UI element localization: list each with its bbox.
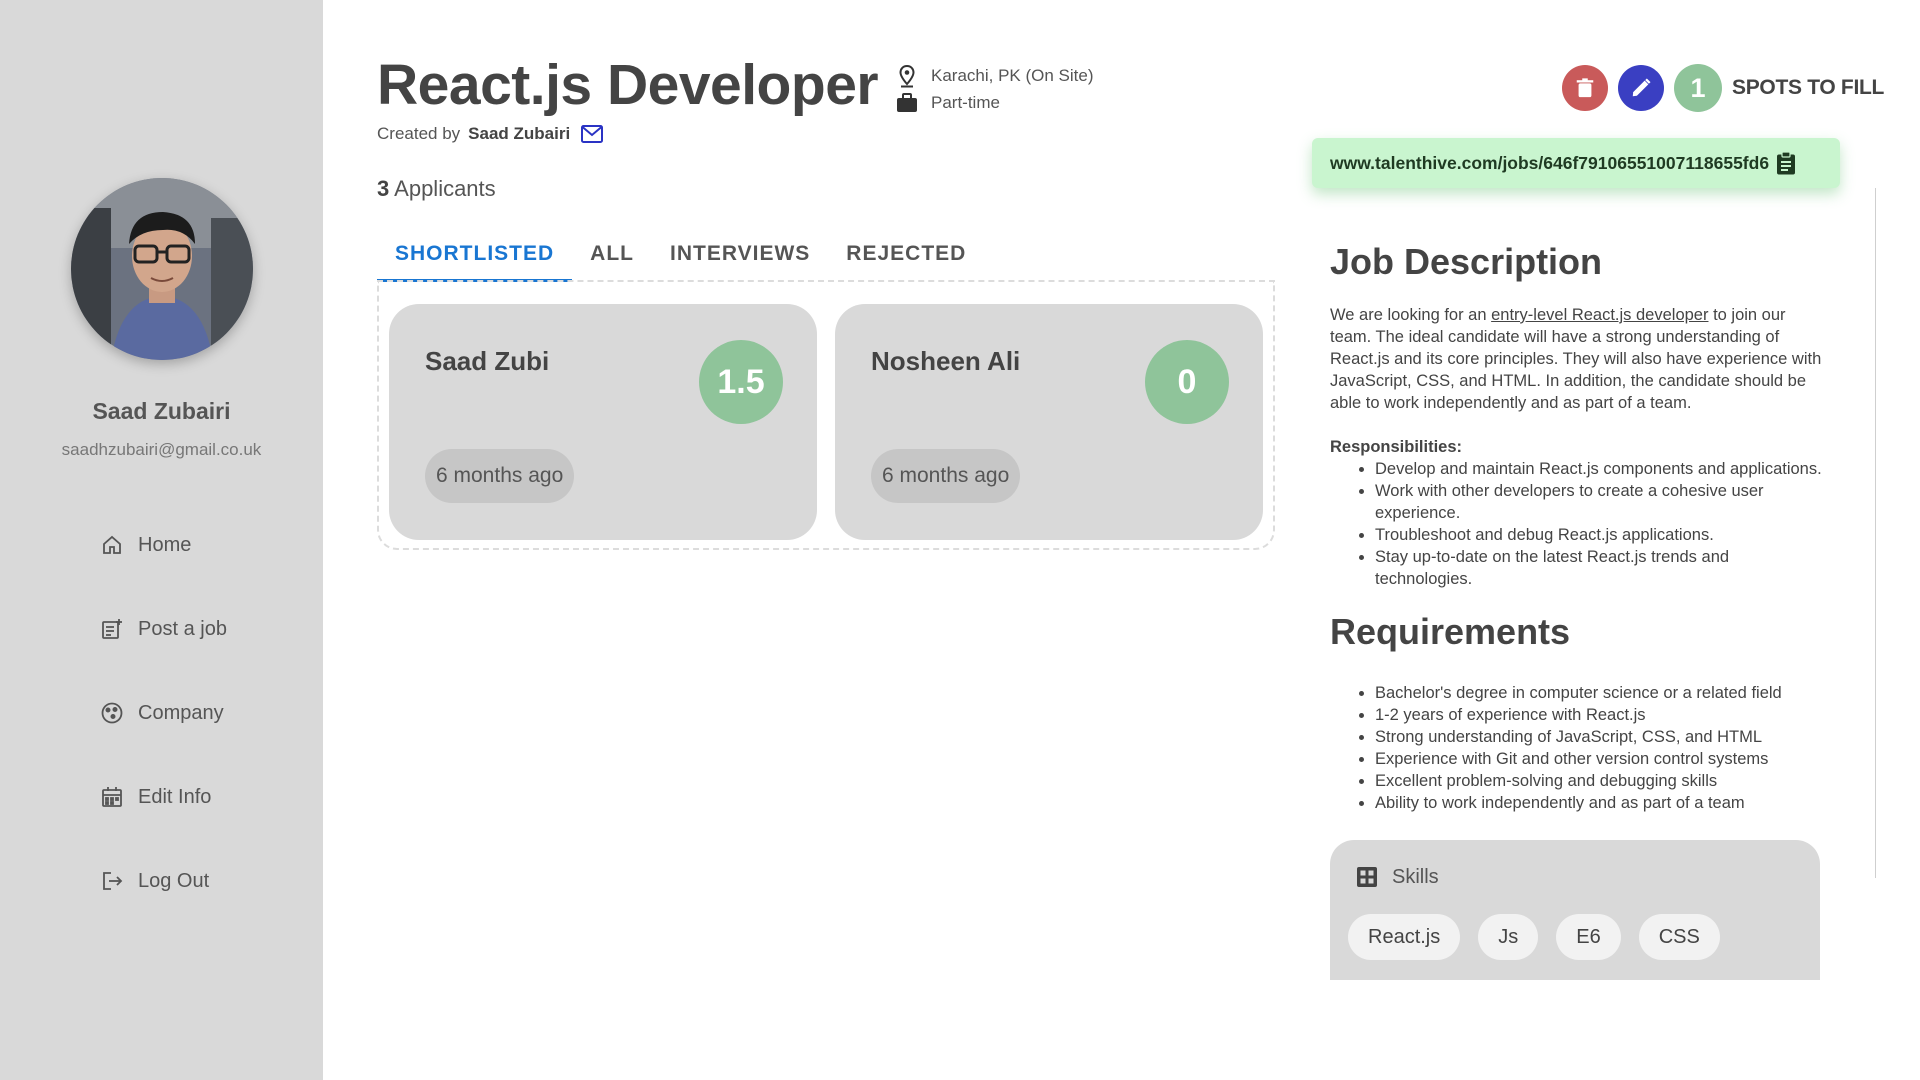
sidebar-item-label: Company [138, 701, 224, 724]
sidebar-item-edit-info[interactable]: Edit Info [100, 782, 227, 812]
job-location-text: Karachi, PK (On Site) [931, 65, 1094, 85]
skill-chips: React.js Js E6 CSS [1348, 914, 1738, 960]
sidebar-nav: Home Post a job Company Edit Info Log Ou… [100, 530, 227, 950]
candidate-card[interactable]: Nosheen Ali 0 6 months ago [835, 304, 1263, 540]
list-item: Stay up-to-date on the latest React.js t… [1375, 546, 1830, 590]
calendar-icon [102, 787, 122, 807]
candidate-score: 0 [1145, 340, 1229, 424]
creator-name: Saad Zubairi [468, 124, 571, 143]
post-job-icon [102, 619, 122, 639]
candidate-name: Saad Zubi [425, 346, 550, 376]
job-actions: 1 SPOTS TO FILL [1562, 64, 1884, 112]
list-item: Troubleshoot and debug React.js applicat… [1375, 524, 1830, 546]
job-url[interactable]: www.talenthive.com/jobs/646f791065510071… [1330, 153, 1769, 174]
pencil-icon [1632, 78, 1651, 97]
candidate-name: Nosheen Ali [871, 346, 1021, 376]
edit-button[interactable] [1618, 65, 1664, 111]
divider [1875, 188, 1876, 878]
sidebar-item-label: Log Out [138, 869, 210, 892]
skill-chip: Js [1478, 914, 1539, 960]
applicant-tabs: SHORTLISTED ALL INTERVIEWS REJECTED [377, 234, 984, 282]
user-email: saadhzubairi@gmail.co.uk [61, 440, 262, 459]
list-item: Experience with Git and other version co… [1375, 748, 1830, 770]
location-pin-icon [899, 64, 915, 87]
description-heading: Job Description [1330, 241, 1603, 282]
job-location: Karachi, PK (On Site) [895, 62, 1094, 89]
grid-icon [1357, 867, 1377, 887]
company-icon [101, 702, 123, 724]
list-item: 1-2 years of experience with React.js [1375, 704, 1830, 726]
spots-label: SPOTS TO FILL [1732, 76, 1885, 99]
sidebar: Saad Zubairi saadhzubairi@gmail.co.uk Ho… [0, 0, 323, 1080]
candidate-card[interactable]: Saad Zubi 1.5 6 months ago [389, 304, 817, 540]
sidebar-item-label: Post a job [138, 617, 227, 640]
list-item: Bachelor's degree in computer science or… [1375, 682, 1830, 704]
applicant-number: 3 [377, 176, 390, 201]
created-by: Created by Saad Zubairi [377, 124, 604, 144]
tab-rejected[interactable]: REJECTED [828, 234, 984, 282]
requirements-heading: Requirements [1330, 611, 1571, 652]
applied-time-chip: 6 months ago [871, 449, 1021, 503]
spots-count: 1 [1674, 64, 1722, 112]
responsibilities-list: Develop and maintain React.js components… [1375, 458, 1830, 590]
job-title: React.js Developer [377, 53, 879, 117]
sidebar-item-logout[interactable]: Log Out [100, 866, 227, 896]
candidate-score: 1.5 [699, 340, 783, 424]
skills-label: Skills [1392, 866, 1439, 888]
sidebar-item-label: Edit Info [138, 785, 212, 808]
job-url-box[interactable]: www.talenthive.com/jobs/646f791065510071… [1312, 138, 1840, 188]
list-item: Ability to work independently and as par… [1375, 792, 1830, 814]
skills-header: Skills [1356, 866, 1439, 888]
applied-time-chip: 6 months ago [425, 449, 575, 503]
tab-all[interactable]: ALL [572, 234, 652, 282]
avatar[interactable] [71, 178, 253, 360]
sidebar-item-label: Home [138, 533, 192, 556]
avatar-image [71, 178, 253, 360]
intro-link: entry-level React.js developer [1491, 306, 1709, 324]
sidebar-item-company[interactable]: Company [100, 698, 227, 728]
mail-icon[interactable] [580, 124, 604, 144]
skill-chip: CSS [1638, 914, 1720, 960]
tab-shortlisted[interactable]: SHORTLISTED [377, 234, 573, 282]
description-intro: We are looking for an entry-level React.… [1330, 304, 1830, 414]
skill-chip: React.js [1348, 914, 1461, 960]
job-meta: Karachi, PK (On Site) Part-time [895, 62, 1094, 116]
job-type: Part-time [895, 89, 1094, 116]
sidebar-item-post-job[interactable]: Post a job [100, 614, 227, 644]
applicants-label: Applicants [394, 176, 496, 201]
shortlisted-panel: Saad Zubi 1.5 6 months ago Nosheen Ali 0… [377, 280, 1275, 550]
skills-panel: Skills React.js Js E6 CSS [1330, 840, 1820, 980]
clipboard-icon[interactable] [1775, 151, 1797, 175]
home-icon [103, 535, 121, 554]
delete-button[interactable] [1562, 65, 1608, 111]
logout-icon [103, 872, 123, 890]
briefcase-icon [897, 92, 917, 112]
list-item: Work with other developers to create a c… [1375, 480, 1830, 524]
user-name: Saad Zubairi [92, 398, 231, 424]
list-item: Excellent problem-solving and debugging … [1375, 770, 1830, 792]
job-type-text: Part-time [931, 92, 1000, 112]
intro-text: We are looking for an [1330, 306, 1492, 324]
sidebar-item-home[interactable]: Home [100, 530, 227, 560]
trash-icon [1576, 78, 1594, 98]
applicants-count: 3 Applicants [377, 176, 496, 202]
tab-interviews[interactable]: INTERVIEWS [652, 234, 828, 282]
responsibilities-label: Responsibilities: [1330, 438, 1463, 456]
list-item: Develop and maintain React.js components… [1375, 458, 1830, 480]
requirements-list: Bachelor's degree in computer science or… [1375, 682, 1830, 814]
skill-chip: E6 [1556, 914, 1621, 960]
job-description: Job Description We are looking for an en… [1330, 240, 1830, 983]
created-by-label: Created by [377, 124, 461, 143]
list-item: Strong understanding of JavaScript, CSS,… [1375, 726, 1830, 748]
